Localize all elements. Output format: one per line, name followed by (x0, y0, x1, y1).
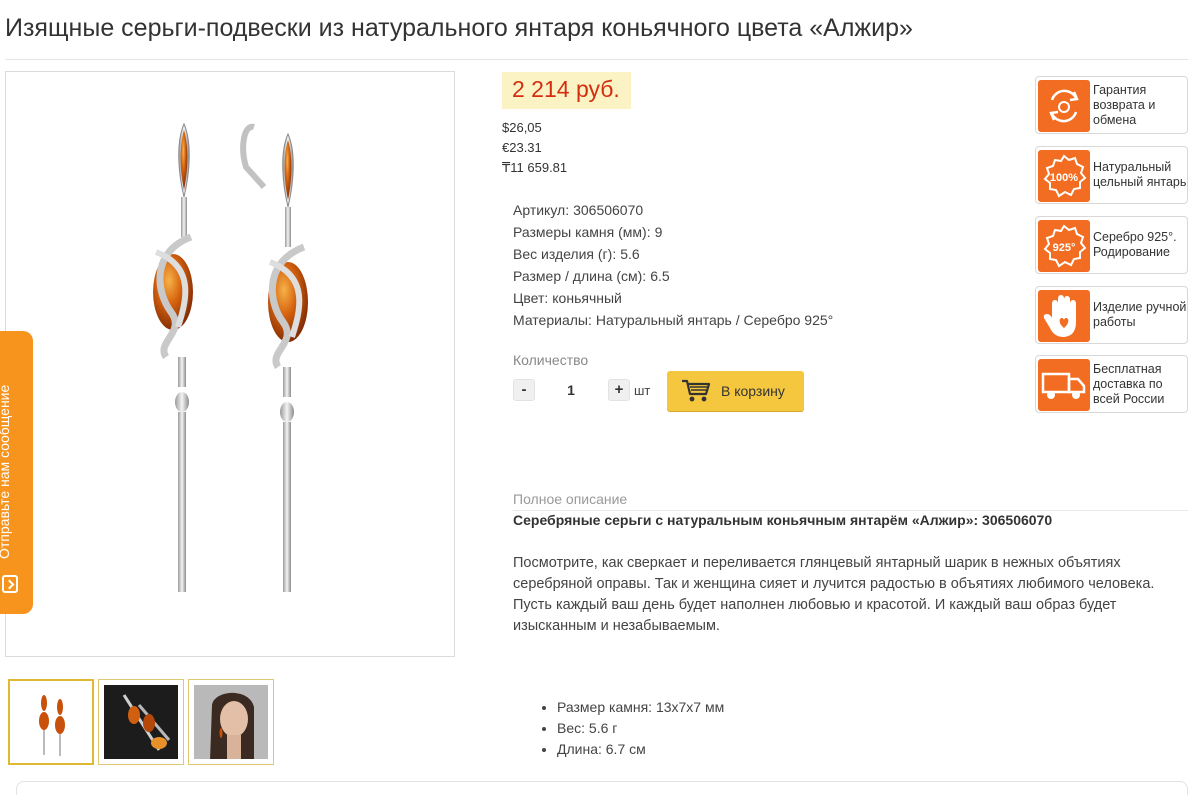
message-arrow-icon (2, 575, 18, 593)
benefit-natural-amber[interactable]: 100% Натуральный цельный янтарь (1035, 146, 1188, 204)
quantity-input[interactable] (540, 378, 602, 402)
benefit-text: Гарантия возврата и обмена (1093, 82, 1156, 127)
100-percent-badge-icon: 100% (1038, 150, 1090, 202)
svg-text:100%: 100% (1050, 172, 1078, 184)
bullet-length: Длина: 6.7 см (557, 739, 724, 760)
quantity-increment-button[interactable]: + (608, 379, 630, 401)
thumbnail-3[interactable] (188, 679, 274, 765)
return-guarantee-icon (1038, 80, 1090, 132)
thumbnail-2[interactable] (98, 679, 184, 765)
bullet-stone-size: Размер камня: 13х7х7 мм (557, 697, 724, 718)
thumbnail-image (14, 685, 88, 759)
description-bullets: Размер камня: 13х7х7 мм Вес: 5.6 г Длина… (557, 697, 724, 760)
quantity-decrement-button[interactable]: - (513, 379, 535, 401)
description-divider (513, 510, 1188, 511)
description-subtitle: Серебряные серьги с натуральным коньячны… (513, 512, 1053, 528)
delivery-truck-icon (1038, 359, 1090, 411)
bullet-weight: Вес: 5.6 г (557, 718, 724, 739)
silver-925-badge-icon: 925° (1038, 220, 1090, 272)
product-specs: Артикул: 306506070 Размеры камня (мм): 9 В… (513, 199, 833, 331)
benefit-handmade[interactable]: Изделие ручной работы (1035, 286, 1188, 344)
price-main: 2 214 руб. (502, 72, 631, 109)
benefit-text: Натуральный цельный янтарь (1093, 160, 1187, 189)
spec-color: Цвет: коньячный (513, 290, 622, 306)
price-eur: €23.31 (502, 140, 542, 155)
benefit-silver-925[interactable]: 925° Серебро 925°. Родирование (1035, 216, 1188, 274)
spec-stone-size: Размеры камня (мм): 9 (513, 224, 663, 240)
add-to-cart-button[interactable]: В корзину (667, 371, 804, 411)
description-body: Посмотрите, как сверкает и переливается … (513, 553, 1183, 637)
thumbnail-image (104, 685, 178, 759)
description-paragraph: Посмотрите, как сверкает и переливается … (513, 555, 1155, 592)
description-paragraph: Пусть каждый ваш день будет наполнен люб… (513, 597, 1117, 634)
thumbnail-1[interactable] (8, 679, 94, 765)
benefit-text: Бесплатная доставка по всей России (1093, 361, 1165, 406)
benefit-free-delivery[interactable]: Бесплатная доставка по всей России (1035, 355, 1188, 413)
spec-length: Размер / длина (см): 6.5 (513, 268, 670, 284)
svg-text:925°: 925° (1053, 242, 1076, 254)
thumbnail-strip (8, 679, 274, 765)
benefit-text: Серебро 925°. Родирование (1093, 230, 1177, 259)
earrings-illustration (153, 122, 308, 592)
price-usd: $26,05 (502, 120, 542, 135)
thumbnail-image (194, 685, 268, 759)
feedback-label: Отправьте нам сообщение (0, 384, 12, 559)
bottom-panel (16, 781, 1188, 795)
price-kzt: ₸11 659.81 (502, 160, 568, 175)
alt-prices: $26,05 €23.31 ₸11 659.81 (502, 118, 567, 178)
quantity-label: Количество (513, 352, 589, 368)
quantity-unit: шт (634, 383, 651, 398)
handmade-hand-icon (1038, 290, 1090, 342)
description-heading: Полное описание (513, 491, 628, 507)
spec-article: Артикул: 306506070 (513, 202, 644, 218)
benefit-return-guarantee[interactable]: Гарантия возврата и обмена (1035, 76, 1188, 134)
spec-materials: Материалы: Натуральный янтарь / Серебро 9… (513, 312, 834, 328)
title-divider (5, 59, 1188, 60)
feedback-side-tab[interactable]: Отправьте нам сообщение (0, 331, 33, 614)
shopping-cart-icon (682, 379, 711, 402)
benefit-text: Изделие ручной работы (1093, 300, 1187, 329)
page-title: Изящные серьги-подвески из натурального … (5, 14, 913, 42)
add-to-cart-label: В корзину (721, 383, 785, 399)
spec-weight: Вес изделия (г): 5.6 (513, 246, 640, 262)
main-product-image[interactable] (5, 71, 455, 657)
